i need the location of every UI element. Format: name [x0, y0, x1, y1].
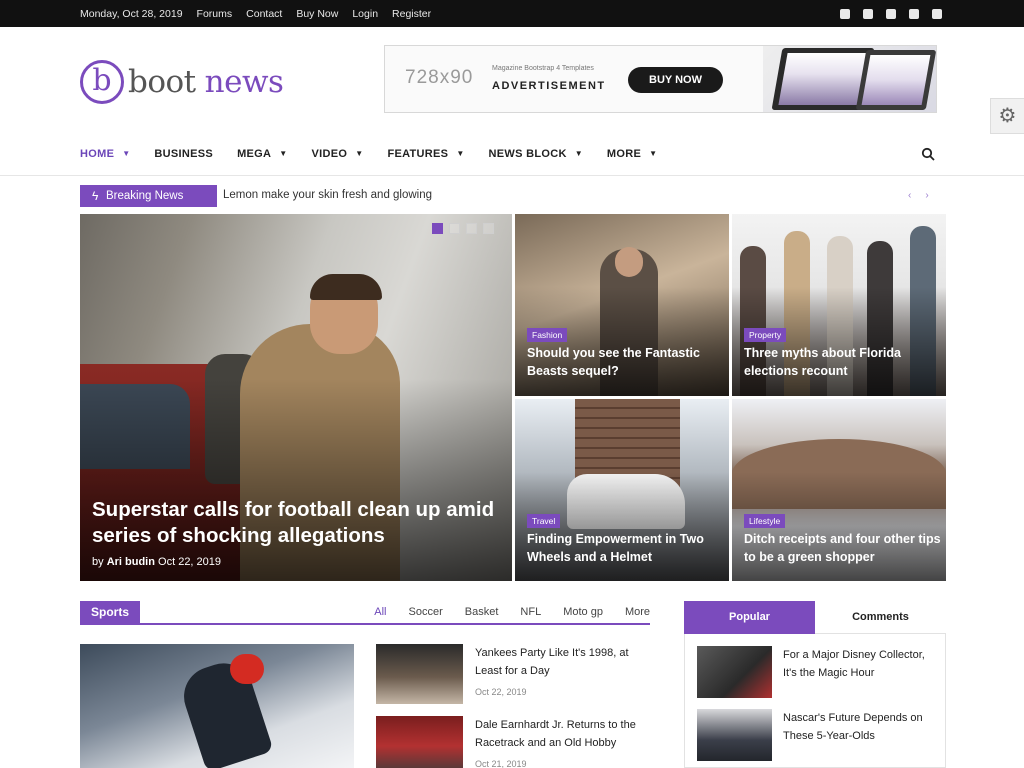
popular-comments-widget: Popular Comments For a Major Disney Coll…: [684, 601, 946, 768]
facebook-icon[interactable]: [840, 8, 850, 19]
tab-comments[interactable]: Comments: [815, 601, 946, 634]
tile-property[interactable]: Property Three myths about Florida elect…: [732, 214, 946, 396]
helmet-image: [230, 654, 264, 684]
slider-dot[interactable]: [449, 223, 460, 234]
category-badge[interactable]: Fashion: [527, 328, 568, 342]
chevron-down-icon: ▼: [574, 149, 583, 158]
ticker-next-icon[interactable]: ›: [925, 190, 928, 201]
list-item[interactable]: Yankees Party Like It's 1998, at Least f…: [376, 644, 656, 704]
slider-dots: [432, 223, 494, 234]
top-links: Monday, Oct 28, 2019 Forums Contact Buy …: [80, 0, 431, 27]
list-item[interactable]: Nascar's Future Depends on These 5-Year-…: [697, 709, 937, 761]
nav-video[interactable]: VIDEO ▼: [311, 148, 363, 160]
tile-title[interactable]: Three myths about Florida elections reco…: [744, 344, 939, 380]
controller-thumbnail[interactable]: [697, 646, 772, 698]
slider-dot[interactable]: [483, 223, 494, 234]
contact-link[interactable]: Contact: [246, 8, 282, 20]
buy-now-link[interactable]: Buy Now: [296, 8, 338, 20]
tile-title[interactable]: Should you see the Fantastic Beasts sequ…: [527, 344, 722, 380]
top-bar: Monday, Oct 28, 2019 Forums Contact Buy …: [0, 0, 1024, 27]
login-link[interactable]: Login: [352, 8, 378, 20]
tile-lifestyle[interactable]: Lifestyle Ditch receipts and four other …: [732, 399, 946, 581]
list-item-title[interactable]: Yankees Party Like It's 1998, at Least f…: [475, 644, 645, 680]
hero-byline: by Ari budin Oct 22, 2019: [92, 556, 222, 568]
tab-popular[interactable]: Popular: [684, 601, 815, 634]
tile-title[interactable]: Finding Empowerment in Two Wheels and a …: [527, 530, 727, 566]
ad-banner[interactable]: 728x90 Magazine Bootstrap 4 Templates AD…: [384, 45, 937, 113]
current-date: Monday, Oct 28, 2019: [80, 7, 183, 20]
tab-nfl[interactable]: NFL: [520, 606, 541, 618]
tab-all[interactable]: All: [374, 606, 386, 618]
hero-date: Oct 22, 2019: [158, 556, 222, 568]
list-item-date: Oct 21, 2019: [475, 759, 527, 768]
list-item[interactable]: For a Major Disney Collector, It's the M…: [697, 646, 937, 698]
ad-buy-now-button[interactable]: BUY NOW: [628, 67, 723, 93]
logo-word-news: news: [204, 64, 284, 100]
hero-article[interactable]: Superstar calls for football clean up am…: [80, 214, 512, 581]
ad-label: ADVERTISEMENT: [492, 80, 606, 92]
tile-title[interactable]: Ditch receipts and four other tips to be…: [744, 530, 944, 566]
nav-features[interactable]: FEATURES ▼: [387, 148, 464, 160]
ticker-prev-icon[interactable]: ‹: [908, 190, 911, 201]
tablet-image: [855, 50, 936, 110]
social-links: [840, 0, 942, 27]
boxing-thumbnail[interactable]: [376, 644, 463, 704]
chevron-down-icon: ▼: [649, 149, 658, 158]
nav-more[interactable]: MORE ▼: [607, 148, 657, 160]
sports-section-header: Sports All Soccer Basket NFL Moto gp Mor…: [80, 601, 650, 625]
settings-gear-icon[interactable]: ⚙: [990, 98, 1024, 134]
car-thumbnail[interactable]: [697, 709, 772, 761]
cycling-thumbnail[interactable]: [376, 716, 463, 768]
list-item-title[interactable]: For a Major Disney Collector, It's the M…: [783, 646, 933, 682]
youtube-icon[interactable]: [886, 8, 896, 19]
site-logo[interactable]: b boot news: [80, 60, 284, 104]
tile-fashion[interactable]: Fashion Should you see the Fantastic Bea…: [515, 214, 729, 396]
sports-tabs: All Soccer Basket NFL Moto gp More: [374, 606, 650, 618]
breaking-headline[interactable]: Lemon make your skin fresh and glowing: [223, 189, 432, 201]
instagram-icon[interactable]: [909, 8, 919, 19]
tab-soccer[interactable]: Soccer: [409, 606, 443, 618]
sports-featured-image[interactable]: [80, 644, 354, 768]
ad-size: 728x90: [405, 67, 474, 88]
vimeo-icon[interactable]: [932, 8, 942, 19]
tile-travel[interactable]: Travel Finding Empowerment in Two Wheels…: [515, 399, 729, 581]
tab-basket[interactable]: Basket: [465, 606, 499, 618]
nav-mega[interactable]: MEGA ▼: [237, 148, 287, 160]
slider-dot[interactable]: [432, 223, 443, 234]
forums-link[interactable]: Forums: [197, 8, 233, 20]
list-item-title[interactable]: Dale Earnhardt Jr. Returns to the Racetr…: [475, 716, 645, 752]
list-item[interactable]: Dale Earnhardt Jr. Returns to the Racetr…: [376, 716, 656, 768]
chevron-down-icon: ▼: [122, 149, 131, 158]
ad-device-image: [763, 46, 936, 112]
list-item-title[interactable]: Nascar's Future Depends on These 5-Year-…: [783, 709, 933, 745]
category-badge[interactable]: Travel: [527, 514, 561, 528]
slider-dot[interactable]: [466, 223, 477, 234]
main-nav: HOME ▼ BUSINESS MEGA ▼ VIDEO ▼ FEATURES ▼ NE…: [0, 133, 1024, 176]
tab-more[interactable]: More: [625, 606, 650, 618]
tab-moto-gp[interactable]: Moto gp: [563, 606, 603, 618]
ticker-arrows: ‹ ›: [908, 190, 929, 201]
chevron-down-icon: ▼: [456, 149, 465, 158]
search-icon[interactable]: [921, 147, 935, 161]
category-badge[interactable]: Property: [744, 328, 787, 342]
twitter-icon[interactable]: [863, 8, 873, 19]
category-badge[interactable]: Lifestyle: [744, 514, 786, 528]
nav-news-block[interactable]: NEWS BLOCK ▼: [489, 148, 583, 160]
man-hair-image: [310, 274, 382, 300]
hero-author[interactable]: Ari budin: [107, 556, 155, 568]
list-item-date: Oct 22, 2019: [475, 687, 527, 697]
register-link[interactable]: Register: [392, 8, 431, 20]
nav-business[interactable]: BUSINESS: [154, 148, 213, 160]
logo-mark: b: [80, 60, 124, 104]
ad-subtitle: Magazine Bootstrap 4 Templates: [492, 65, 594, 72]
sports-label: Sports: [80, 601, 140, 624]
chevron-down-icon: ▼: [279, 149, 288, 158]
hero-title[interactable]: Superstar calls for football clean up am…: [92, 497, 502, 549]
nav-home[interactable]: HOME ▼: [80, 148, 130, 160]
logo-word-boot: boot: [128, 64, 196, 100]
chevron-down-icon: ▼: [355, 149, 364, 158]
breaking-news-label: Breaking News: [80, 185, 217, 207]
